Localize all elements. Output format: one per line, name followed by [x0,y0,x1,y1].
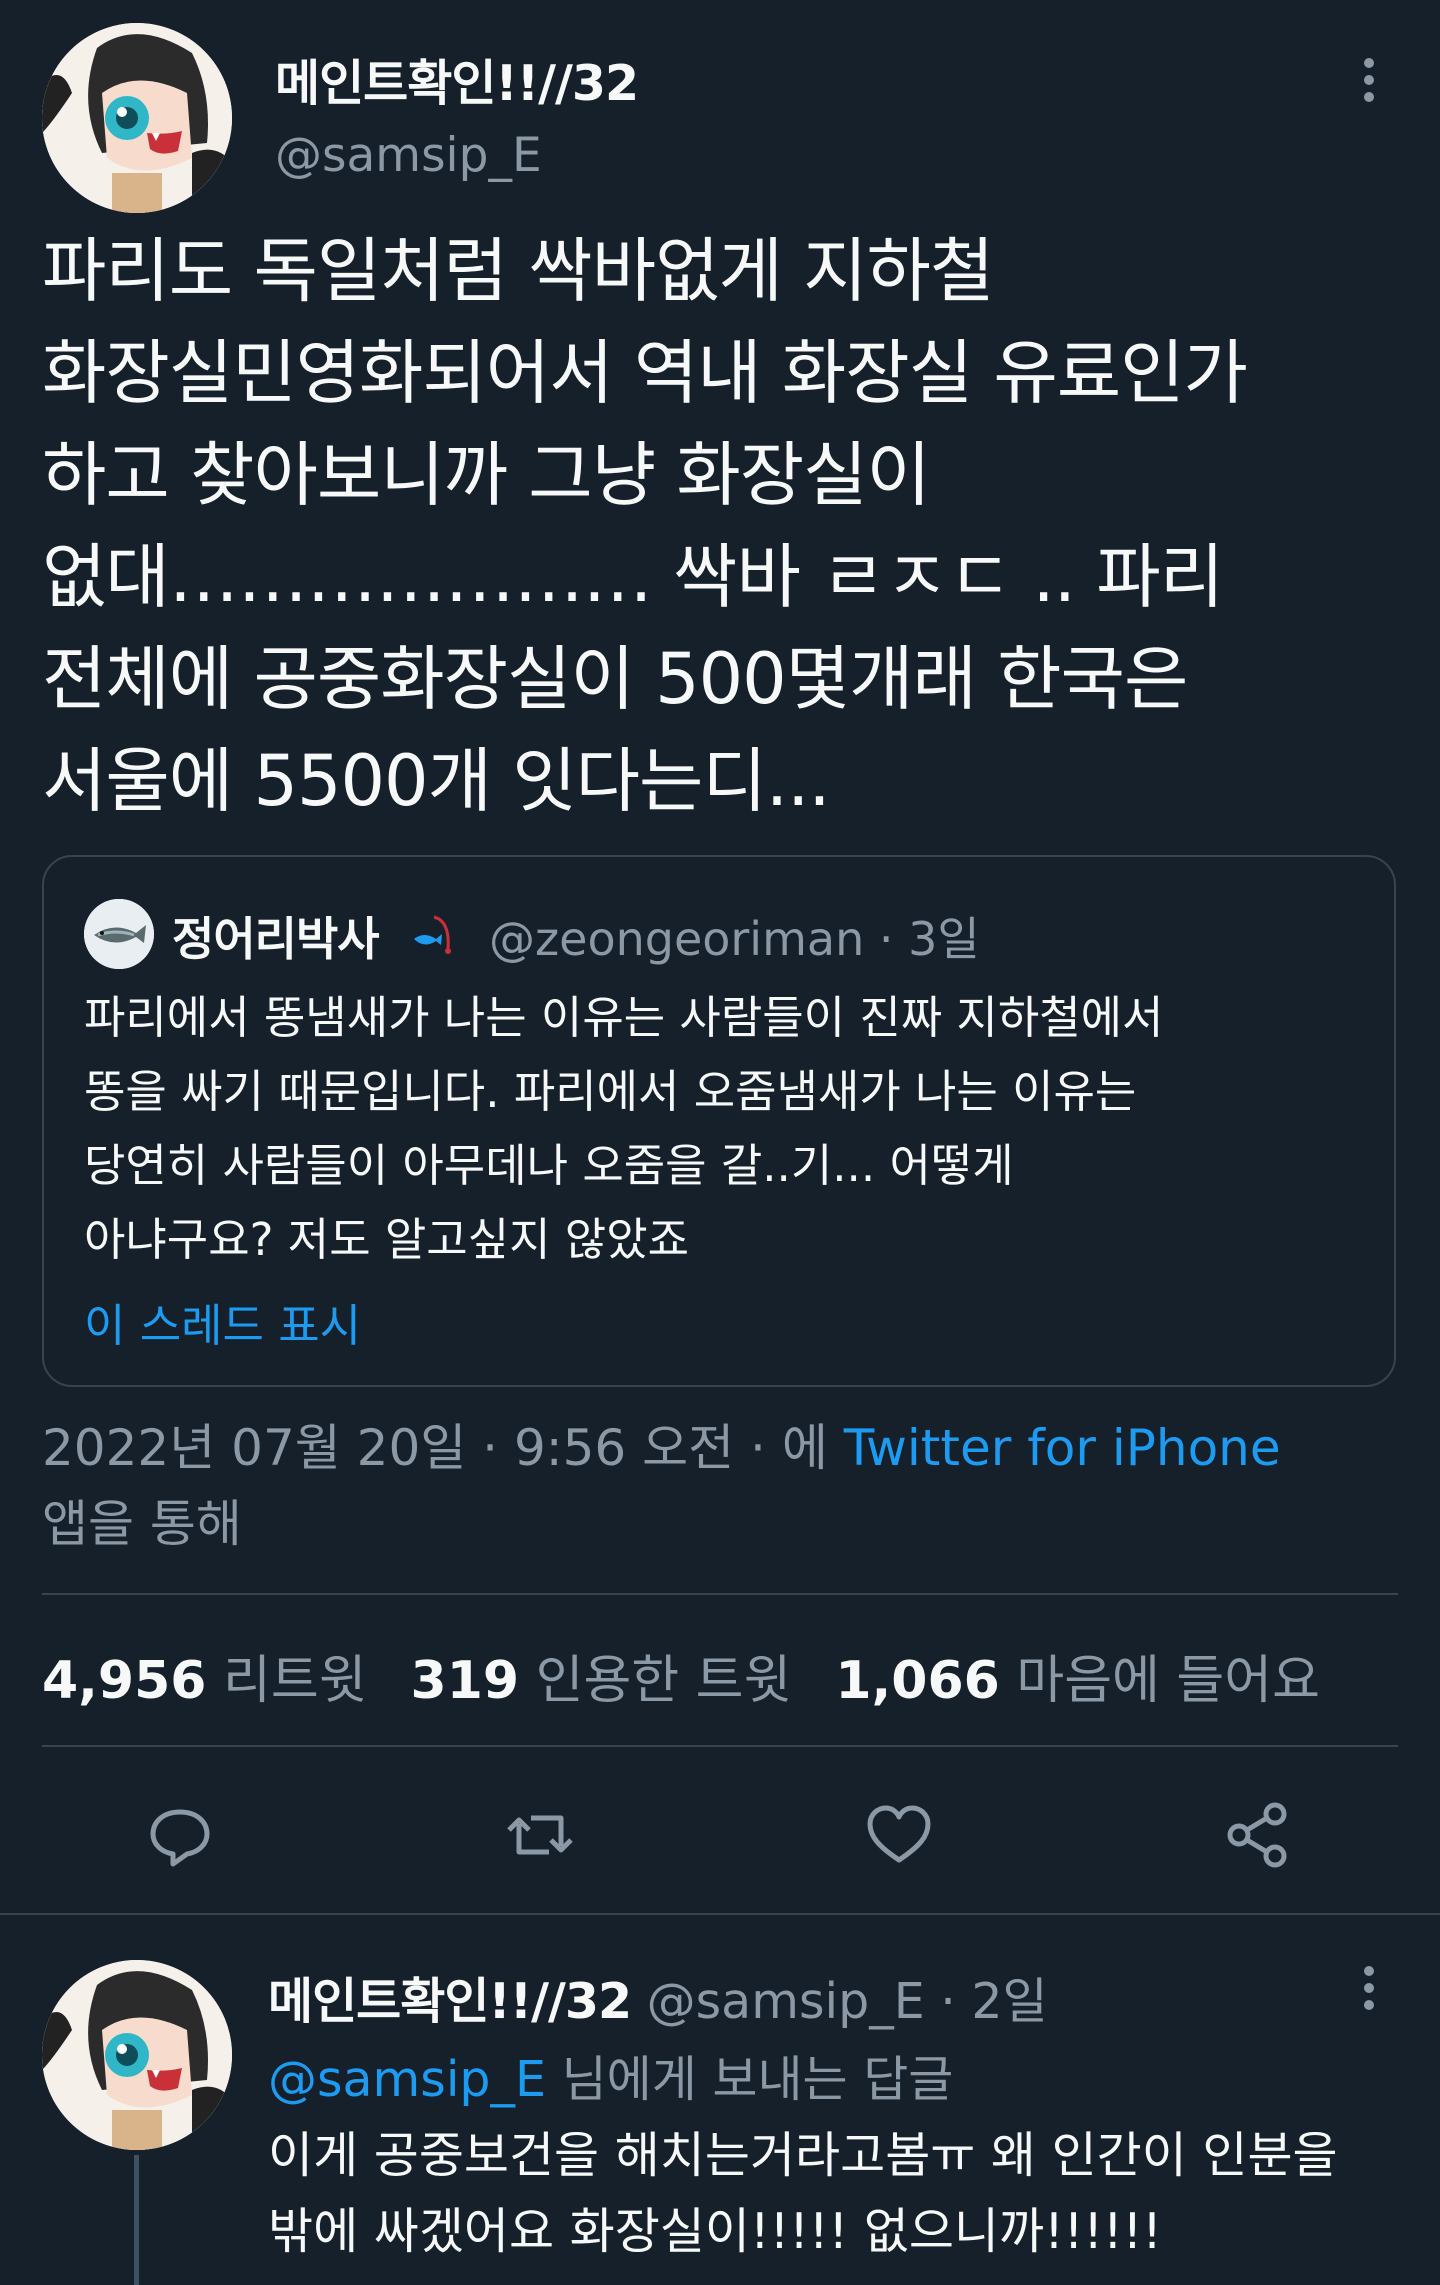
tweet-text-line: 파리도 독일처럼 싹바없게 지하철 [42,230,994,312]
quoted-tweet-text: 파리에서 똥냄새가 나는 이유는 사람들이 진짜 지하철에서 똥을 싸기 때문입… [84,981,1364,1277]
more-icon[interactable] [1359,58,1379,102]
quoted-text-line: 똥을 싸기 때문입니다. 파리에서 오줌냄새가 나는 이유는 [84,1065,1137,1118]
likes-stat[interactable]: 1,066 마음에 들어요 [835,1638,1320,1713]
avatar-illustration [42,23,232,213]
show-thread-link[interactable]: 이 스레드 표시 [84,1289,361,1354]
avatar-illustration [42,1960,232,2150]
source-link[interactable]: Twitter for iPhone [844,1419,1281,1477]
quoted-author-name[interactable]: 정어리박사 [172,903,380,969]
source-suffix: 앱을 통해 [42,1495,242,1553]
quoted-text-line: 파리에서 똥냄새가 나는 이유는 사람들이 진짜 지하철에서 [84,991,1164,1044]
likes-label: 마음에 들어요 [1016,1651,1320,1711]
tweet-text: 파리도 독일처럼 싹바없게 지하철 화장실민영화되어서 역내 화장실 유료인가 … [42,220,1412,832]
reply-author-name[interactable]: 메인트확인!!//32 [268,1973,632,2030]
tweet-stats: 4,956 리트윗 319 인용한 트윗 1,066 마음에 들어요 [42,1638,1364,1713]
likes-count: 1,066 [835,1651,1000,1711]
quoted-author-handle[interactable]: @zeongeoriman · 3일 [489,903,980,969]
author-avatar[interactable] [42,23,232,213]
fishing-icon [414,915,451,954]
tweet-text-line: 화장실민영화되어서 역내 화장실 유료인가 [42,332,1248,414]
retweet-icon [507,1815,573,1855]
retweets-count: 4,956 [42,1651,207,1711]
reply-text-line: 이게 공중보건을 해치는거라고봄ㅠ 왜 인간이 인분을 [268,2127,1338,2184]
share-icon [1227,1802,1287,1868]
reply-button[interactable] [145,1800,215,1870]
reply-header: 메인트확인!!//32 @samsip_E · 2일 [268,1962,1048,2033]
quotes-label: 인용한 트윗 [535,1651,792,1711]
reply-text-line: 밖에 싸겠어요 화장실이!!!!! 없으니까!!!!!! [268,2203,1162,2260]
retweets-label: 리트윗 [223,1651,367,1711]
divider [42,1745,1398,1747]
quoted-author-avatar[interactable] [84,899,154,969]
quoted-text-line: 당연히 사람들이 아무데나 오줌을 갈..기... 어떻게 [84,1139,1014,1192]
replying-to: @samsip_E 님에게 보내는 답글 [268,2040,953,2111]
divider [42,1593,1398,1595]
quoted-tweet-card[interactable]: 정어리박사 @zeongeoriman · 3일 파리에서 똥냄새가 나는 이유… [42,855,1396,1387]
tweet-text-line: 하고 찾아보니까 그냥 화장실이 [42,434,931,516]
tweet-text-line: 없대………………… 싹바 ㄹㅈㄷ .. 파리 [42,536,1224,618]
reply-handle-time[interactable]: @samsip_E · 2일 [647,1973,1048,2030]
reply-author-avatar[interactable] [42,1960,232,2150]
tweet-text-line: 서울에 5500개 잇다는디... [42,740,831,822]
reply-text: 이게 공중보건을 해치는거라고봄ㅠ 왜 인간이 인분을 밖에 싸겠어요 화장실이… [268,2118,1428,2270]
quoted-text-line: 아냐구요? 저도 알고싶지 않았죠 [84,1213,689,1266]
reply-to-suffix: 님에게 보내는 답글 [561,2051,954,2108]
author-name[interactable]: 메인트확인!!//32 [275,44,639,115]
like-button[interactable] [864,1800,934,1870]
timestamp[interactable]: 2022년 07월 20일 · 9:56 오전 · 에 [42,1419,828,1477]
tweet-text-line: 전체에 공중화장실이 500몇개래 한국은 [42,638,1188,720]
reply-to-handle[interactable]: @samsip_E [268,2051,546,2108]
quotes-stat[interactable]: 319 인용한 트윗 [411,1638,792,1713]
tweet-meta: 2022년 07월 20일 · 9:56 오전 · 에 Twitter for … [42,1408,1281,1480]
reply-icon [150,1809,210,1867]
retweets-stat[interactable]: 4,956 리트윗 [42,1638,367,1713]
thread-line [134,2155,139,2285]
like-icon [867,1805,931,1863]
share-button[interactable] [1223,1800,1293,1870]
fish-icon [84,899,154,969]
retweet-button[interactable] [505,1800,575,1870]
section-divider [0,1913,1440,1915]
quotes-count: 319 [410,1651,520,1711]
author-handle[interactable]: @samsip_E [275,128,542,183]
more-icon[interactable] [1359,1966,1379,2010]
